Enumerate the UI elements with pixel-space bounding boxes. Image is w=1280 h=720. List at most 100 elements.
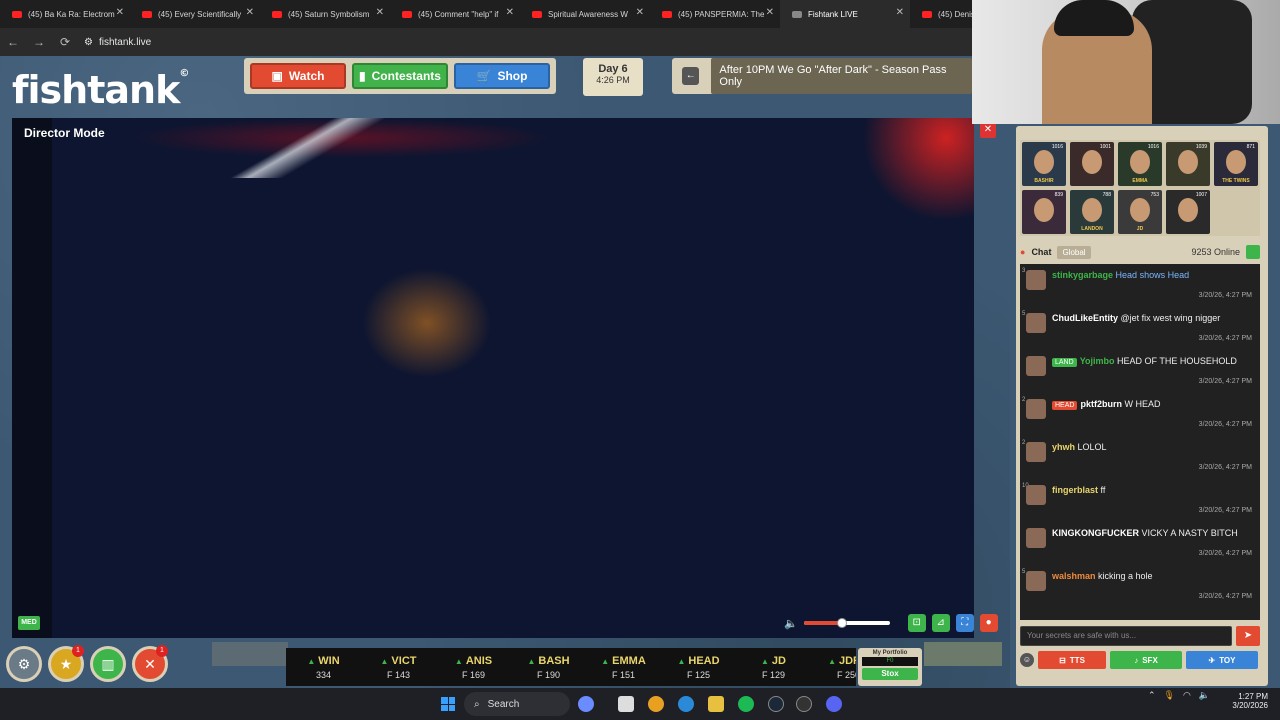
taskbar-app-icon[interactable] [578, 696, 594, 712]
contestants-button[interactable]: ▮ Contestants [352, 63, 448, 89]
volume-knob[interactable] [837, 618, 848, 628]
volume-slider[interactable] [803, 618, 890, 628]
chat-username[interactable]: yhwh [1052, 442, 1075, 452]
taskbar-clock[interactable]: 1:27 PM 3/20/2026 [1222, 692, 1268, 710]
close-video-icon[interactable]: ✕ [980, 122, 996, 138]
ticker-item[interactable]: ▲ JD F 129 [736, 655, 811, 680]
avatar[interactable] [1026, 571, 1046, 591]
tray-expand-icon[interactable]: ⌃ [1148, 690, 1156, 701]
record-icon[interactable]: ● [979, 614, 998, 632]
contestant-card[interactable]: 871 THE TWINS [1214, 142, 1258, 186]
close-tab-icon[interactable]: ✕ [506, 7, 514, 18]
watch-button[interactable]: ▣ Watch [250, 63, 346, 89]
chat-messages[interactable]: 3 stinkygarbage Head shows Head 3/20/26, 4… [1020, 264, 1260, 620]
edge-icon[interactable] [678, 696, 694, 712]
speaker-icon[interactable]: 🔈 [1199, 690, 1210, 701]
browser-tab[interactable]: (45) PANSPERMIA: The ✕ [650, 0, 780, 28]
browser-tab[interactable]: Spiritual Awareness W ✕ [520, 0, 650, 28]
chat-message[interactable]: 10fingerblast ff3/20/26, 4:27 PM [1020, 479, 1260, 522]
fishtank-logo[interactable]: fishtank© [12, 68, 189, 112]
windows-start-icon[interactable] [441, 697, 455, 711]
folder-icon[interactable] [708, 696, 724, 712]
taskbar-app-icon[interactable] [618, 696, 634, 712]
chat-username[interactable]: ChudLikeEntity [1052, 313, 1118, 323]
stox-button[interactable]: Stox [862, 668, 918, 680]
send-icon[interactable]: ➤ [1236, 626, 1260, 646]
clip-icon[interactable]: ⊡ [907, 614, 926, 632]
fullscreen-icon[interactable]: ⛶ [955, 614, 974, 632]
contestant-card[interactable]: 753 JD [1118, 190, 1162, 234]
ticker-item[interactable]: ▲ BASH F 190 [511, 655, 586, 680]
avatar[interactable] [1026, 313, 1046, 333]
tts-button[interactable]: ⊟ TTS [1038, 651, 1106, 669]
contestant-card[interactable]: 788 LANDON [1070, 190, 1114, 234]
contestant-card[interactable]: 839 [1022, 190, 1066, 234]
avatar[interactable] [1026, 399, 1046, 419]
contestant-card[interactable]: 1007 [1166, 190, 1210, 234]
ticker-item[interactable]: ▲ ANIS F 169 [436, 655, 511, 680]
ticker-item[interactable]: ▲ HEAD F 125 [661, 655, 736, 680]
address-bar[interactable]: ⚙ fishtank.live [84, 37, 151, 48]
forward-icon[interactable]: → [26, 35, 52, 49]
close-tab-icon[interactable]: ✕ [376, 7, 384, 18]
marquee-back-icon[interactable]: ← [682, 67, 700, 85]
site-info-icon[interactable]: ⚙ [84, 37, 93, 48]
ticker-item[interactable]: ▲JDRA F 250 [811, 655, 856, 680]
ticker-item[interactable]: ▲ WIN 334 [286, 655, 361, 680]
volume-icon[interactable]: 🔈 [784, 617, 798, 630]
browser-tab[interactable]: (45) Comment "help" if ✕ [390, 0, 520, 28]
steam-icon[interactable] [768, 696, 784, 712]
chat-message[interactable]: 5 ChudLikeEntity @jet fix west wing nigge… [1020, 307, 1260, 350]
chat-username[interactable]: fingerblast [1052, 485, 1098, 495]
chrome-icon[interactable] [648, 696, 664, 712]
avatar[interactable] [1026, 356, 1046, 376]
chat-message[interactable]: LAND Yojimbo HEAD OF THE HOUSEHOLD 3/20/26… [1020, 350, 1260, 393]
close-tab-icon[interactable]: ✕ [116, 7, 124, 18]
avatar[interactable] [1026, 442, 1046, 462]
browser-tab[interactable]: (45) Every Scientifically ✕ [130, 0, 260, 28]
discord-icon[interactable] [826, 696, 842, 712]
global-channel-tab[interactable]: Global [1057, 245, 1091, 259]
chat-username[interactable]: stinkygarbage [1052, 270, 1113, 280]
browser-tab[interactable]: (45) Saturn Symbolism ✕ [260, 0, 390, 28]
chat-message[interactable]: 5 walshman kicking a hole 3/20/26, 4:27 PM [1020, 565, 1260, 608]
contestant-card[interactable]: 1016 BASHIR [1022, 142, 1066, 186]
cast-icon[interactable]: ⊿ [931, 614, 950, 632]
ticker-item[interactable]: ▲ VICT F 143 [361, 655, 436, 680]
taskbar-search[interactable]: ⌕ Search [464, 692, 570, 716]
shop-button[interactable]: 🛒 Shop [454, 63, 550, 89]
microphone-icon[interactable]: 🎙 [1164, 690, 1175, 701]
avatar[interactable] [1026, 485, 1046, 505]
quality-badge[interactable]: MED [18, 616, 40, 630]
browser-tab[interactable]: Fishtank LIVE ✕ [780, 0, 910, 28]
rewards-icon[interactable]: ★ 1 [48, 645, 84, 682]
chat-message[interactable]: 2 yhwh LOLOL 3/20/26, 4:27 PM [1020, 436, 1260, 479]
stats-icon[interactable]: ▥ [90, 646, 126, 682]
chat-username[interactable]: KINGKONGFUCKER [1052, 528, 1139, 538]
chat-message[interactable]: 3 stinkygarbage Head shows Head 3/20/26, 4… [1020, 264, 1260, 307]
contestant-card[interactable]: 1039 [1166, 142, 1210, 186]
close-tab-icon[interactable]: ✕ [246, 7, 254, 18]
camera-thumbnail[interactable] [924, 642, 1002, 666]
reload-icon[interactable]: ⟳ [52, 35, 78, 49]
camera-thumbnail[interactable] [212, 642, 288, 666]
chat-username[interactable]: walshman [1052, 571, 1096, 581]
sfx-button[interactable]: ♪ SFX [1110, 651, 1182, 669]
settings-icon[interactable]: ⚙ [6, 646, 42, 682]
close-tab-icon[interactable]: ✕ [766, 7, 774, 18]
chat-username[interactable]: pktf2burn [1080, 399, 1122, 409]
chat-username[interactable]: Yojimbo [1080, 356, 1115, 366]
toy-button[interactable]: ✈ TOY [1186, 651, 1258, 669]
share-icon[interactable] [1246, 245, 1260, 259]
chat-message[interactable]: KINGKONGFUCKER VICKY A NASTY BITCH 3/20/2… [1020, 522, 1260, 565]
video-player[interactable]: Director Mode [12, 118, 974, 638]
close-tab-icon[interactable]: ✕ [636, 7, 644, 18]
wifi-icon[interactable]: ◠ [1183, 690, 1191, 701]
chat-message[interactable]: 2 HEAD pktf2burn W HEAD 3/20/26, 4:27 PM [1020, 393, 1260, 436]
taskbar-app-icon[interactable] [796, 696, 812, 712]
ticker-item[interactable]: ▲ EMMA F 151 [586, 655, 661, 680]
browser-tab[interactable]: (45) Ba Ka Ra: Electrom ✕ [0, 0, 130, 28]
avatar[interactable] [1026, 270, 1046, 290]
spotify-icon[interactable] [738, 696, 754, 712]
avatar[interactable] [1026, 528, 1046, 548]
